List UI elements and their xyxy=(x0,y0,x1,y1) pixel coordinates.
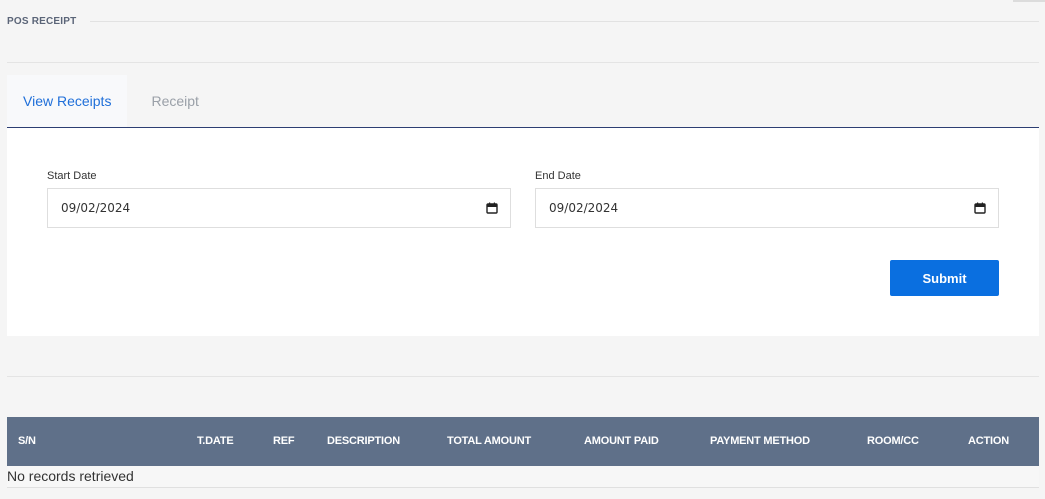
tab-receipt[interactable]: Receipt xyxy=(127,75,214,127)
column-header-room-cc[interactable]: ROOM/CC xyxy=(867,435,919,447)
tab-view-receipts[interactable]: View Receipts xyxy=(7,75,128,127)
start-date-label: Start Date xyxy=(47,170,97,182)
end-date-label: End Date xyxy=(535,170,581,182)
page-title: POS RECEIPT xyxy=(7,16,77,27)
start-date-input[interactable]: 09/02/2024 xyxy=(47,188,511,228)
column-header-description[interactable]: DESCRIPTION xyxy=(327,435,400,447)
column-header-total-amount[interactable]: TOTAL AMOUNT xyxy=(447,435,531,447)
header-divider xyxy=(90,21,1039,22)
tab-bar: View Receipts Receipt xyxy=(7,75,1039,128)
page-header: POS RECEIPT xyxy=(0,0,1045,62)
table-header: S/N T.DATE REF DESCRIPTION TOTAL AMOUNT … xyxy=(7,417,1039,466)
column-header-payment-method[interactable]: PAYMENT METHOD xyxy=(710,435,810,447)
empty-state-message: No records retrieved xyxy=(7,466,1039,488)
receipts-table: S/N T.DATE REF DESCRIPTION TOTAL AMOUNT … xyxy=(7,417,1039,488)
end-date-value: 09/02/2024 xyxy=(549,201,619,215)
filter-form: Start Date 09/02/2024 End Date 09/02/202… xyxy=(7,128,1039,336)
corner-mark xyxy=(1013,0,1045,2)
calendar-icon[interactable] xyxy=(486,202,498,214)
column-header-amount-paid[interactable]: AMOUNT PAID xyxy=(584,435,659,447)
column-header-tdate[interactable]: T.DATE xyxy=(197,435,234,447)
section-divider xyxy=(7,62,1039,63)
column-header-action[interactable]: ACTION xyxy=(968,435,1009,447)
start-date-value: 09/02/2024 xyxy=(61,201,131,215)
calendar-icon[interactable] xyxy=(974,202,986,214)
column-header-ref[interactable]: REF xyxy=(273,435,295,447)
column-header-sn[interactable]: S/N xyxy=(18,435,36,447)
end-date-input[interactable]: 09/02/2024 xyxy=(535,188,999,228)
submit-button[interactable]: Submit xyxy=(890,260,999,296)
section-divider xyxy=(7,376,1039,377)
